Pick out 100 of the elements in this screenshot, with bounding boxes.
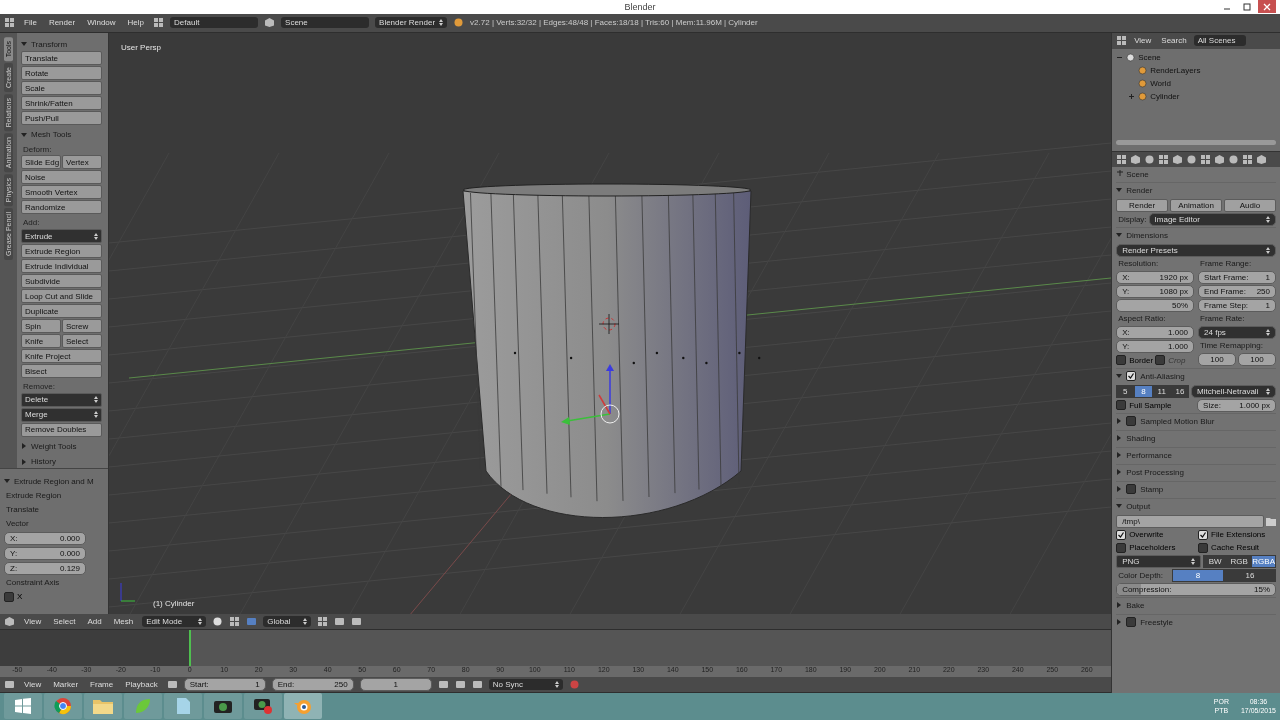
tool-button[interactable]: Knife Project xyxy=(21,349,102,363)
panel-title[interactable]: Shading xyxy=(1126,433,1156,443)
menu-item[interactable]: View xyxy=(21,679,45,689)
menu-item[interactable]: Search xyxy=(1158,36,1190,46)
number-field[interactable]: Size: 1.000 px xyxy=(1197,398,1276,412)
render-button[interactable]: Audio xyxy=(1224,198,1276,212)
tool-button[interactable]: Translate xyxy=(21,51,102,66)
number-field[interactable]: Start Frame: 1 xyxy=(1198,270,1276,284)
menu-item[interactable]: Mesh xyxy=(110,616,137,626)
tool-button[interactable]: Randomize xyxy=(21,200,102,215)
sync-dropdown[interactable]: No Sync xyxy=(488,678,563,690)
number-field[interactable]: 100 xyxy=(1238,352,1276,366)
object-label: (1) Cylinder xyxy=(153,598,195,608)
menu-item[interactable]: Add xyxy=(84,616,105,626)
tool-button[interactable]: Remove Doubles xyxy=(21,422,102,437)
panel-title[interactable]: Anti-Aliasing xyxy=(1140,371,1185,381)
tool-button[interactable]: Extrude Individual xyxy=(21,259,102,273)
dropdown-button[interactable]: Extrude xyxy=(21,229,102,243)
tool-button[interactable]: Duplicate xyxy=(21,304,102,318)
sample-toggle[interactable]: 11 xyxy=(1152,384,1171,398)
layout-dropdown[interactable]: Default xyxy=(170,17,259,29)
number-field[interactable]: X: 1.000 xyxy=(1116,325,1195,339)
menu-item[interactable]: View xyxy=(1131,36,1155,46)
number-field[interactable]: Frame Step: 1 xyxy=(1198,298,1276,312)
panel-title[interactable]: Bake xyxy=(1126,600,1145,610)
color-depth-toggle[interactable]: 16 xyxy=(1224,568,1276,582)
number-field[interactable]: Y: 1080 px xyxy=(1116,284,1195,298)
tree-item[interactable]: Cylinder xyxy=(1150,91,1180,101)
tool-button[interactable]: Subdivide xyxy=(21,274,102,288)
tool-button[interactable]: Vertex xyxy=(62,155,102,170)
render-engine-dropdown[interactable]: Blender Render xyxy=(375,17,448,29)
scene-dropdown[interactable]: Scene xyxy=(281,17,370,29)
path-field[interactable]: /tmp\ xyxy=(1116,514,1264,528)
operator-option: Translate xyxy=(4,503,102,516)
number-field[interactable]: X: 1920 px xyxy=(1116,270,1195,284)
panel-title[interactable]: Dimensions xyxy=(1126,230,1168,240)
number-field[interactable]: 50% xyxy=(1116,298,1195,312)
tool-button[interactable]: Bisect xyxy=(21,364,102,378)
menu-item[interactable]: Marker xyxy=(50,679,82,689)
tool-button[interactable]: Smooth Vertex xyxy=(21,185,102,200)
tool-button[interactable]: Shrink/Fatten xyxy=(21,96,102,111)
sample-toggle[interactable]: 8 xyxy=(1134,384,1153,398)
menu-item[interactable]: View xyxy=(21,616,45,626)
tool-button[interactable]: Scale xyxy=(21,81,102,96)
tool-button[interactable]: Screw xyxy=(62,319,102,333)
tool-button[interactable]: Push/Pull xyxy=(21,111,102,126)
tool-button[interactable]: Slide Edg xyxy=(21,155,61,170)
format-dropdown[interactable]: PNG xyxy=(1116,554,1202,568)
number-field[interactable]: Z: 0.129 xyxy=(4,561,86,575)
dropdown[interactable]: Image Editor xyxy=(1148,212,1276,226)
dropdown[interactable]: 24 fps xyxy=(1198,325,1276,339)
panel-title[interactable]: Post Processing xyxy=(1126,467,1184,477)
filter-dropdown[interactable]: Mitchell-Netravali xyxy=(1191,384,1276,398)
number-field[interactable]: 100 xyxy=(1198,352,1237,366)
panel-title[interactable]: Freestyle xyxy=(1140,617,1174,627)
tool-button[interactable]: Rotate xyxy=(21,66,102,81)
panel-title[interactable]: Output xyxy=(1126,501,1151,511)
tool-button[interactable]: Extrude Region xyxy=(21,244,102,258)
tool-button[interactable]: Noise xyxy=(21,170,102,185)
tree-item[interactable]: RenderLayers xyxy=(1150,65,1201,75)
panel-title[interactable]: Render xyxy=(1126,185,1153,195)
menu-item[interactable]: Help xyxy=(124,18,148,28)
tool-button[interactable]: Knife xyxy=(21,334,61,348)
orientation-dropdown[interactable]: Global xyxy=(263,615,312,627)
color-depth-toggle[interactable]: 8 xyxy=(1172,568,1225,582)
menu-item[interactable]: Select xyxy=(50,616,79,626)
color-mode-toggle[interactable]: RGB xyxy=(1227,554,1252,568)
menu-item[interactable]: Render xyxy=(45,18,79,28)
render-button[interactable]: Render xyxy=(1116,198,1169,212)
panel-title[interactable]: Stamp xyxy=(1140,484,1164,494)
menu-item[interactable]: Frame xyxy=(87,679,117,689)
compression-slider[interactable]: Compression: 15% xyxy=(1116,582,1276,596)
menu-item[interactable]: Window xyxy=(84,18,119,28)
tree-item[interactable]: Scene xyxy=(1138,52,1161,62)
tree-item[interactable]: World xyxy=(1150,78,1171,88)
sample-toggle[interactable]: 16 xyxy=(1170,384,1190,398)
field-label: Constraint Axis xyxy=(5,577,61,589)
number-field[interactable]: End Frame: 250 xyxy=(1198,284,1276,298)
mode-dropdown[interactable]: Edit Mode xyxy=(142,615,207,627)
number-field[interactable]: Y: 1.000 xyxy=(1116,339,1195,353)
sample-toggle[interactable]: 5 xyxy=(1116,384,1135,398)
panel-title[interactable]: Performance xyxy=(1126,450,1172,460)
number-field[interactable]: X: 0.000 xyxy=(4,531,86,545)
current-frame-field[interactable]: 1 xyxy=(359,677,432,691)
panel-title[interactable]: Sampled Motion Blur xyxy=(1140,416,1215,426)
dropdown-button[interactable]: Delete xyxy=(21,392,102,407)
menu-item[interactable]: Playback xyxy=(122,679,161,689)
presets-dropdown[interactable]: Render Presets xyxy=(1116,243,1276,257)
tool-button[interactable]: Spin xyxy=(21,319,61,333)
color-mode-toggle[interactable]: RGBA xyxy=(1251,554,1276,568)
end-frame-field[interactable]: End: 250 xyxy=(271,677,354,691)
render-button[interactable]: Animation xyxy=(1170,198,1223,212)
filter-dropdown[interactable]: All Scenes xyxy=(1193,35,1246,47)
tool-button[interactable]: Loop Cut and Slide xyxy=(21,289,102,303)
menu-item[interactable]: File xyxy=(21,18,40,28)
dropdown-button[interactable]: Merge xyxy=(21,407,102,422)
color-mode-toggle[interactable]: BW xyxy=(1203,554,1228,568)
tool-button[interactable]: Select xyxy=(62,334,102,348)
start-frame-field[interactable]: Start: 1 xyxy=(183,677,266,691)
number-field[interactable]: Y: 0.000 xyxy=(4,546,86,560)
